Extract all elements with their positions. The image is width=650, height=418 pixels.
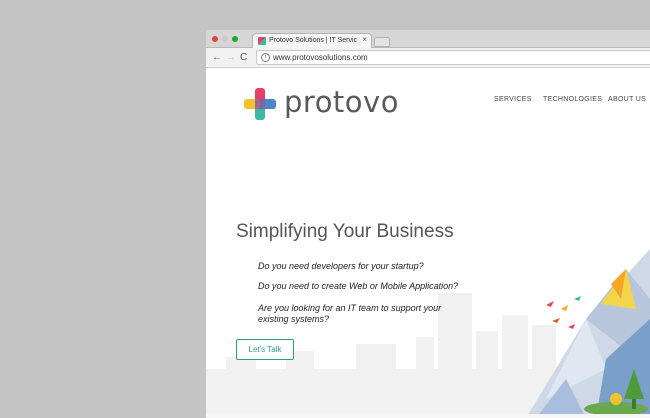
reload-button[interactable]: C — [240, 52, 247, 64]
minimize-window-button[interactable] — [222, 36, 228, 42]
close-window-button[interactable] — [212, 36, 218, 42]
new-tab-button[interactable] — [374, 37, 390, 47]
tab-title: Protovo Solutions | IT Services — [269, 37, 357, 44]
question-it-team: Are you looking for an IT team to suppor… — [258, 303, 441, 325]
web-page: protovo SERVICES TECHNOLOGIES ABOUT US S… — [206, 69, 650, 418]
section-divider — [206, 414, 650, 418]
info-icon[interactable]: i — [261, 53, 270, 62]
question-it-team-line-2: existing systems? — [258, 314, 330, 324]
favicon-icon — [258, 37, 266, 45]
browser-window: Protovo Solutions | IT Services × ← → C … — [206, 30, 650, 418]
question-web-mobile: Do you need to create Web or Mobile Appl… — [258, 281, 459, 291]
question-it-team-line-1: Are you looking for an IT team to suppor… — [258, 303, 442, 313]
url-text[interactable]: www.protovosolutions.com — [273, 53, 368, 63]
forward-button[interactable]: → — [226, 52, 236, 64]
tab-close-icon[interactable]: × — [362, 35, 367, 45]
address-bar[interactable]: i www.protovosolutions.com — [256, 50, 650, 65]
browser-toolbar: ← → C i www.protovosolutions.com — [206, 48, 650, 68]
lets-talk-button[interactable]: Let's Talk — [236, 339, 294, 360]
tab-strip: Protovo Solutions | IT Services × — [206, 30, 650, 48]
hero-title: Simplifying Your Business — [236, 221, 454, 242]
back-button[interactable]: ← — [212, 52, 222, 64]
maximize-window-button[interactable] — [232, 36, 238, 42]
question-startup: Do you need developers for your startup? — [258, 261, 424, 271]
browser-tab[interactable]: Protovo Solutions | IT Services × — [252, 33, 372, 48]
